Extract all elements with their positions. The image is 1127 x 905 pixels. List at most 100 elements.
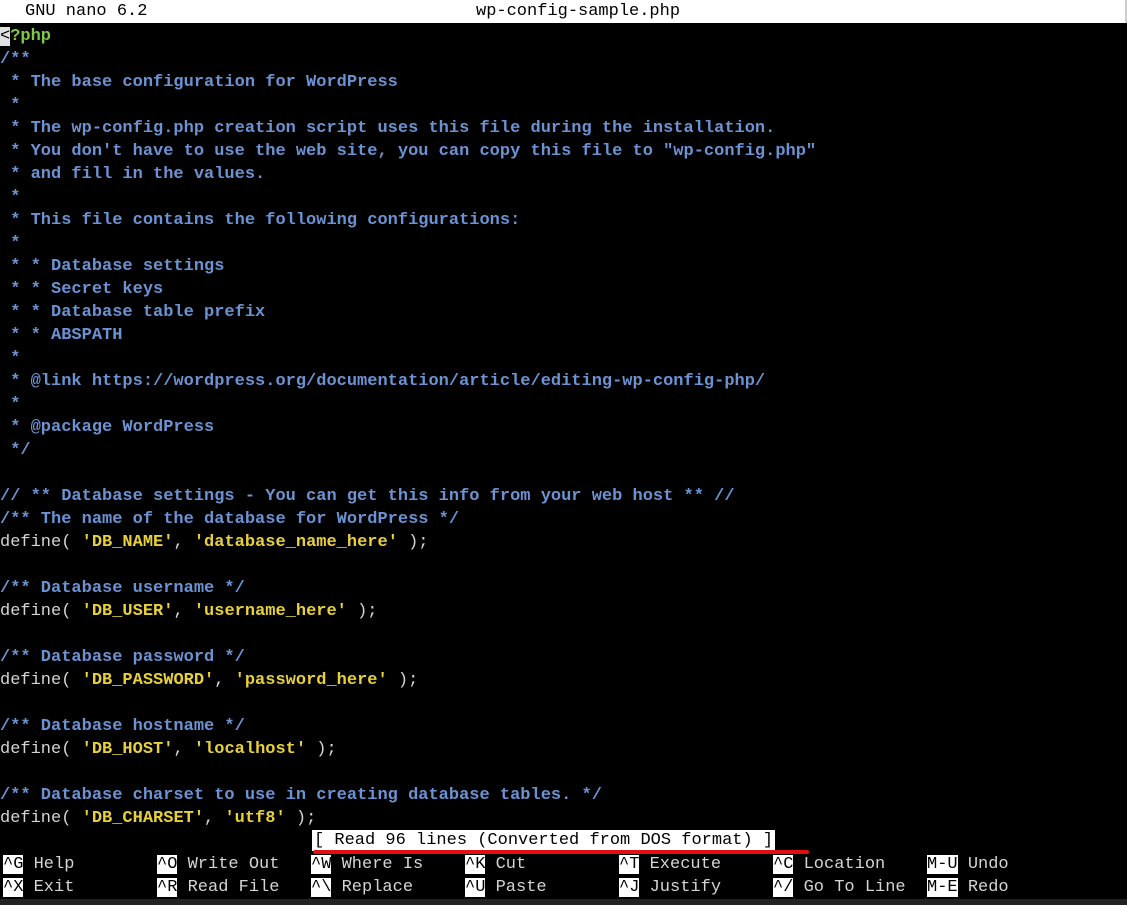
define-value: 'database_name_here' xyxy=(193,533,398,552)
shortcut-location[interactable]: ^C Location xyxy=(773,853,885,876)
shortcut-help[interactable]: ^G Help xyxy=(3,853,74,876)
define-call: define( xyxy=(0,740,82,759)
separator: , xyxy=(173,533,194,552)
define-key: 'DB_NAME' xyxy=(81,533,174,552)
shortcut-label: Help xyxy=(33,855,75,874)
shortcut-key: ^C xyxy=(773,855,794,874)
define-call: define( xyxy=(0,602,82,621)
code-line: * The base configuration for WordPress xyxy=(0,73,398,92)
code-line: * The wp-config.php creation script uses… xyxy=(0,119,776,138)
shortcut-label: Write Out xyxy=(187,855,280,874)
shortcut-label: Undo xyxy=(967,855,1009,874)
define-key: 'DB_CHARSET' xyxy=(81,809,205,828)
shortcut-exit[interactable]: ^X Exit xyxy=(3,876,74,899)
editor-area[interactable]: <?php /** * The base configuration for W… xyxy=(0,25,1127,830)
shortcut-label: Cut xyxy=(495,855,527,874)
define-value: 'utf8' xyxy=(224,809,286,828)
shortcut-paste[interactable]: ^U Paste xyxy=(465,876,547,899)
define-key: 'DB_HOST' xyxy=(81,740,174,759)
shortcut-undo[interactable]: M-U Undo xyxy=(927,853,1009,876)
shortcut-replace[interactable]: ^\ Replace xyxy=(311,876,413,899)
code-line: define( 'DB_NAME', 'database_name_here' … xyxy=(0,531,1127,554)
code-line: * * Database table prefix xyxy=(0,303,266,322)
define-call: define( xyxy=(0,671,82,690)
code-line: define( 'DB_HOST', 'localhost' ); xyxy=(0,738,1127,761)
define-call: define( xyxy=(0,809,82,828)
shortcut-label: Execute xyxy=(649,855,722,874)
code-line: /** Database username */ xyxy=(0,579,245,598)
shortcut-justify[interactable]: ^J Justify xyxy=(619,876,721,899)
code-line: define( 'DB_USER', 'username_here' ); xyxy=(0,600,1127,623)
code-line: define( 'DB_PASSWORD', 'password_here' )… xyxy=(0,669,1127,692)
shortcut-label: Paste xyxy=(495,878,547,897)
shortcut-label: Replace xyxy=(341,878,414,897)
define-key: 'DB_PASSWORD' xyxy=(81,671,215,690)
code-line: <?php xyxy=(0,25,1127,48)
code-line: /** The name of the database for WordPre… xyxy=(0,510,460,529)
code-line: * @link https://wordpress.org/documentat… xyxy=(0,372,766,391)
code-line: * xyxy=(0,234,21,253)
shortcut-key: ^T xyxy=(619,855,640,874)
define-call: define( xyxy=(0,533,82,552)
define-close: ); xyxy=(306,740,337,759)
shortcut-label: Where Is xyxy=(341,855,424,874)
define-close: ); xyxy=(346,602,378,621)
shortcut-key: ^J xyxy=(619,878,640,897)
shortcut-label: Read File xyxy=(187,878,280,897)
define-value: 'password_here' xyxy=(234,671,388,690)
shortcut-go-to-line[interactable]: ^/ Go To Line xyxy=(773,876,906,899)
code-line: * xyxy=(0,96,21,115)
shortcut-label: Go To Line xyxy=(803,878,906,897)
shortcut-key: ^\ xyxy=(311,878,332,897)
app-version: GNU nano 6.2 xyxy=(25,2,148,21)
shortcut-write-out[interactable]: ^O Write Out xyxy=(157,853,279,876)
shortcut-label: Redo xyxy=(967,878,1009,897)
define-close: ); xyxy=(285,809,317,828)
shortcut-cut[interactable]: ^K Cut xyxy=(465,853,526,876)
shortcut-where-is[interactable]: ^W Where Is xyxy=(311,853,423,876)
shortcut-key: ^G xyxy=(3,855,24,874)
php-open-tag: ?php xyxy=(10,27,52,46)
shortcut-redo[interactable]: M-E Redo xyxy=(927,876,1009,899)
shortcut-label: Location xyxy=(803,855,886,874)
code-line: /** xyxy=(0,50,31,69)
shortcut-key: ^W xyxy=(311,855,332,874)
code-line: * xyxy=(0,395,21,414)
code-line: * xyxy=(0,349,21,368)
shortcut-key: ^K xyxy=(465,855,486,874)
nano-terminal: GNU nano 6.2 wp-config-sample.php <?php … xyxy=(0,0,1127,905)
shortcut-key: ^/ xyxy=(773,878,794,897)
shortcut-key: ^X xyxy=(3,878,24,897)
separator: , xyxy=(173,602,194,621)
code-line: * * ABSPATH xyxy=(0,326,123,345)
code-line: * * Database settings xyxy=(0,257,225,276)
file-name: wp-config-sample.php xyxy=(476,2,681,21)
shortcut-label: Justify xyxy=(649,878,722,897)
shortcut-bar: ^G Help ^X Exit ^O Write Out ^R Read Fil… xyxy=(0,853,1127,899)
code-line: /** Database charset to use in creating … xyxy=(0,786,602,805)
code-line: * @package WordPress xyxy=(0,418,215,437)
code-line: * and fill in the values. xyxy=(0,165,266,184)
code-line: * xyxy=(0,188,21,207)
shortcut-key: ^O xyxy=(157,855,178,874)
code-line: * You don't have to use the web site, yo… xyxy=(0,142,817,161)
shortcut-key: M-E xyxy=(927,878,958,897)
code-line: * This file contains the following confi… xyxy=(0,211,521,230)
define-close: ); xyxy=(387,671,419,690)
shortcut-execute[interactable]: ^T Execute xyxy=(619,853,721,876)
code-line: */ xyxy=(0,441,31,460)
define-value: 'username_here' xyxy=(193,602,347,621)
define-close: ); xyxy=(397,533,429,552)
shortcut-key: M-U xyxy=(927,855,958,874)
shortcut-label: Exit xyxy=(33,878,75,897)
shortcut-key: ^U xyxy=(465,878,486,897)
code-line: define( 'DB_CHARSET', 'utf8' ); xyxy=(0,807,1127,830)
shortcut-read-file[interactable]: ^R Read File xyxy=(157,876,279,899)
text-cursor[interactable]: < xyxy=(0,27,11,46)
code-line: * * Secret keys xyxy=(0,280,164,299)
separator: , xyxy=(173,740,194,759)
